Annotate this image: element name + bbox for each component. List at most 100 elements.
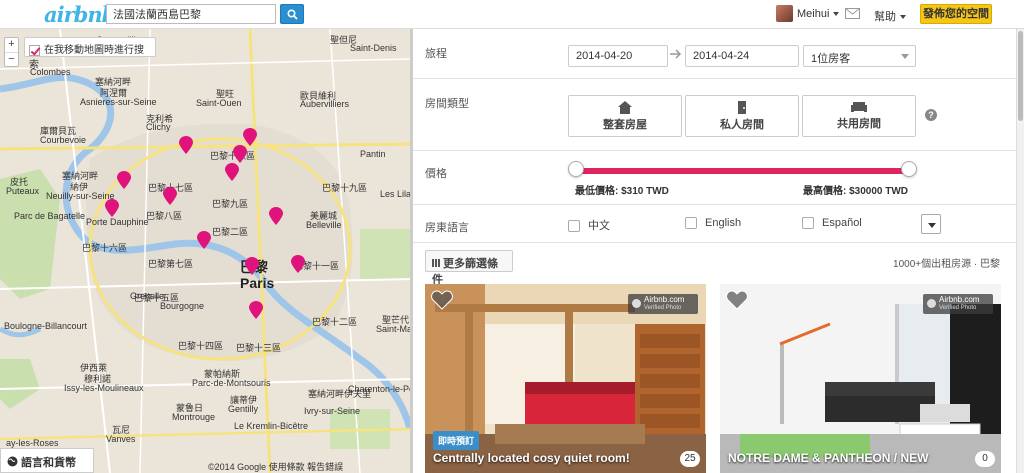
room-type-private-room[interactable]: 私人房間	[685, 95, 799, 137]
more-filters-button[interactable]: 更多篩選條件	[425, 250, 513, 286]
review-count-badge: 0	[975, 451, 995, 467]
language-label: Español	[822, 217, 862, 229]
checkin-input[interactable]: 2014-04-20	[568, 45, 668, 67]
list-icon	[432, 259, 440, 267]
listing-map-pin[interactable]	[105, 199, 119, 217]
help-label: 幫助	[874, 11, 896, 23]
listing-title[interactable]: Centrally located cosy quiet room!	[433, 451, 630, 465]
listing-map-pin[interactable]	[225, 163, 239, 181]
listing-map-pin[interactable]	[245, 257, 259, 275]
language-currency-button[interactable]: 語言和貨幣	[0, 448, 94, 473]
map-place-label: Saint-Denis	[350, 43, 397, 53]
checkout-input[interactable]: 2014-04-24	[685, 45, 799, 67]
map-footer: ©2014 Google 使用條款 報告錯誤	[208, 462, 344, 472]
help-icon[interactable]: ?	[925, 109, 937, 121]
checkbox[interactable]	[568, 220, 580, 233]
map-place-label: Parc de Bagatelle	[14, 211, 86, 221]
mail-icon[interactable]	[845, 8, 860, 19]
chevron-down-icon	[901, 54, 909, 59]
page-scrollbar[interactable]	[1016, 29, 1024, 473]
globe-icon	[7, 456, 18, 467]
map-place-label: Saint-Ouen	[196, 98, 242, 108]
airbnb-logo[interactable]: airbnb	[44, 2, 116, 27]
room-type-label-0: 整套房屋	[603, 119, 647, 131]
map-place-label: Bourgogne	[160, 301, 205, 311]
instant-book-badge: 即時預訂	[433, 431, 480, 450]
listing-map-pin[interactable]	[249, 301, 263, 319]
zoom-control: + −	[4, 37, 19, 67]
verified-photo-badge: Airbnb.com Verified Photo	[923, 294, 993, 314]
map-place-label: 巴黎十九區	[322, 183, 368, 193]
price-max-value: 最高價格: $30000 TWD	[803, 186, 909, 197]
map-place-label: Aubervilliers	[300, 99, 350, 109]
price-min-value: 最低價格: $310 TWD	[575, 186, 669, 197]
listing-map-pin[interactable]	[291, 255, 305, 273]
scrollbar-thumb[interactable]	[1018, 31, 1023, 121]
listing-map-pin[interactable]	[269, 207, 283, 225]
guests-select[interactable]: 1位房客	[803, 45, 916, 67]
move-search-toggle[interactable]: 在我移動地圖時進行搜索	[24, 37, 156, 71]
price-slider-track[interactable]	[575, 168, 909, 174]
map-place-label: ay-les-Roses	[6, 438, 59, 448]
divider	[413, 242, 1016, 243]
price-max-handle[interactable]	[901, 161, 917, 177]
move-search-checkbox[interactable]	[29, 44, 40, 56]
map-place-label: Asnieres-sur-Seine	[80, 97, 157, 107]
language-option-chinese[interactable]: 中文	[568, 217, 610, 233]
list-your-space-button[interactable]: 發佈您的空間	[920, 4, 992, 24]
map-place-label: Grenelle	[130, 291, 165, 301]
location-search-input[interactable]	[106, 4, 276, 24]
map-place-label: 巴黎九區	[212, 199, 249, 209]
language-option-spanish[interactable]: Español	[802, 217, 862, 230]
map-place-label: 巴黎十二區	[312, 317, 358, 327]
heart-icon[interactable]	[726, 290, 748, 310]
user-menu[interactable]: Meihui	[797, 8, 840, 20]
language-option-english[interactable]: English	[685, 217, 741, 230]
result-count: 1000+個出租房源 · 巴黎	[893, 259, 1000, 270]
heart-icon[interactable]	[431, 290, 453, 310]
divider	[413, 150, 1016, 151]
checkbox[interactable]	[685, 217, 697, 230]
map-place-label: Issy-les-Moulineaux	[64, 383, 144, 393]
room-type-label-2: 共用房間	[837, 118, 881, 130]
map-place-label: Puteaux	[6, 186, 40, 196]
listing-map-pin[interactable]	[163, 187, 177, 205]
map-place-label: Le Kremlin-Bicêtre	[234, 421, 309, 431]
user-name: Meihui	[797, 8, 830, 20]
price-min-handle[interactable]	[568, 161, 584, 177]
more-filters-label: 更多篩選條件	[432, 258, 498, 286]
zoom-out-button[interactable]: −	[5, 52, 18, 66]
host-language-label: 房東語言	[425, 222, 469, 234]
search-button[interactable]	[280, 4, 304, 24]
zoom-in-button[interactable]: +	[5, 38, 18, 52]
listing-map-pin[interactable]	[179, 136, 193, 154]
language-currency-label: 語言和貨幣	[21, 457, 76, 469]
sofa-icon	[851, 102, 867, 112]
city-label-en: Paris	[240, 275, 275, 291]
language-label: 中文	[588, 220, 610, 232]
map-place-label: Pantin	[360, 149, 386, 159]
divider	[413, 204, 1016, 205]
door-icon	[738, 101, 746, 114]
map[interactable]: 聖但尼 Saint-Denis 歐貝維利 Aubervilliers 塞納河畔 阿涅爾 As…	[0, 29, 410, 473]
listing-map-pin[interactable]	[117, 171, 131, 189]
map-place-label: Parc-de-Montsouris	[192, 378, 271, 388]
help-menu[interactable]: 幫助	[874, 8, 906, 24]
room-type-entire-home[interactable]: 整套房屋	[568, 95, 682, 137]
more-languages-dropdown[interactable]	[921, 214, 941, 234]
map-place-label: Les Lilas	[380, 189, 410, 199]
listing-card[interactable]: Airbnb.com Verified Photo 即時預訂 Centrally …	[425, 284, 706, 473]
map-place-label: Saint-Mande	[376, 324, 410, 334]
listing-map-pin[interactable]	[243, 128, 257, 146]
review-count-badge: 25	[680, 451, 700, 467]
listing-title[interactable]: NOTRE DAME & PANTHEON / NEW	[728, 451, 928, 465]
room-type-shared-room[interactable]: 共用房間	[802, 95, 916, 137]
avatar[interactable]	[776, 5, 793, 22]
listing-card[interactable]: Airbnb.com Verified Photo NOTRE DAME & PA…	[720, 284, 1001, 473]
map-place-label: 巴黎十六區	[82, 243, 128, 253]
listing-map-pin[interactable]	[233, 145, 247, 163]
map-place-label: 巴黎十三區	[236, 343, 282, 353]
checkbox[interactable]	[802, 217, 814, 230]
search-icon	[287, 9, 298, 20]
listing-map-pin[interactable]	[197, 231, 211, 249]
